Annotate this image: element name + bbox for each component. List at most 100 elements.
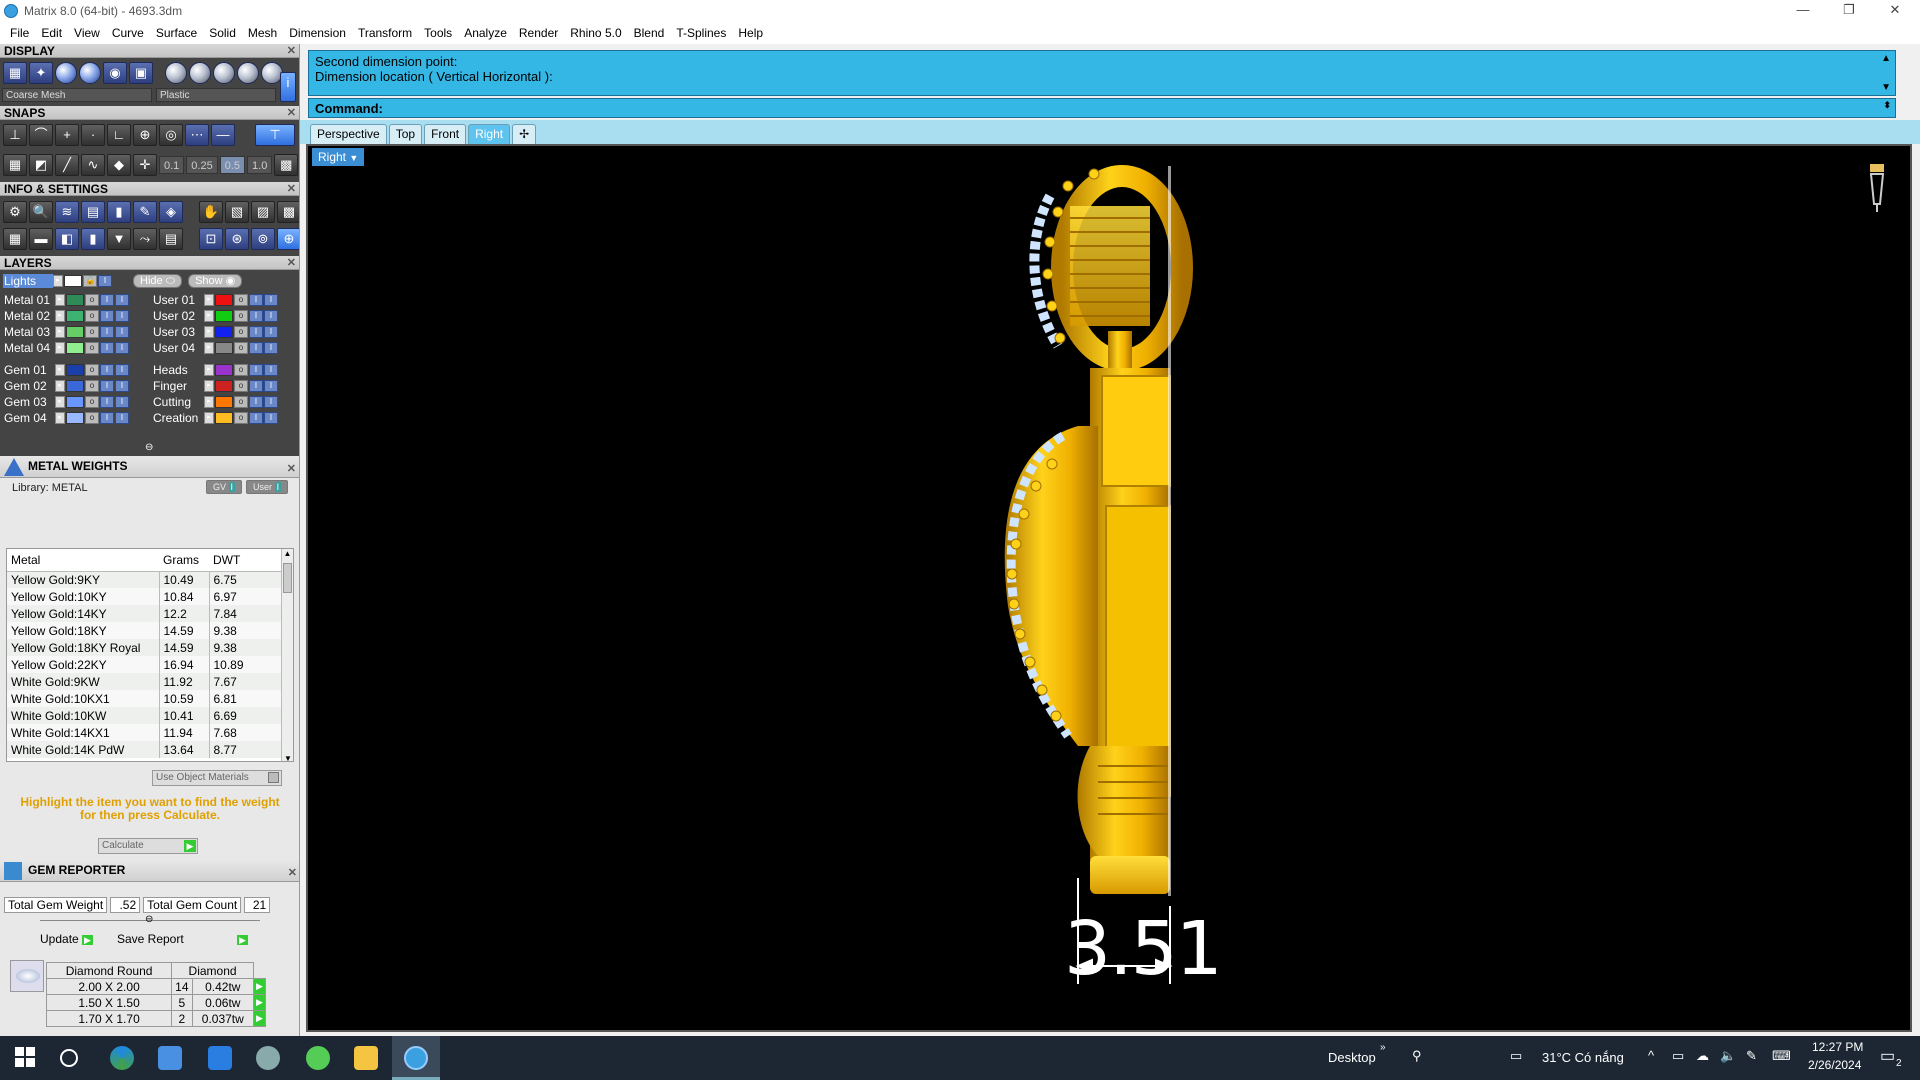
calculate-button[interactable]: Calculate ▶ — [98, 838, 198, 854]
menu-edit[interactable]: Edit — [35, 22, 68, 44]
snap-perp-icon[interactable]: ∟ — [107, 124, 131, 146]
tool-h-icon[interactable]: ⊕ — [277, 228, 299, 250]
layer-color-swatch[interactable] — [215, 412, 233, 424]
layer-color-swatch[interactable] — [215, 294, 233, 306]
layer-name[interactable]: Heads — [152, 363, 204, 377]
grams-cell[interactable]: 10.84 — [159, 588, 210, 605]
tool-d-icon[interactable]: ▩ — [277, 201, 299, 223]
spinner-icon[interactable]: ⬍ — [1883, 100, 1891, 111]
menu-curve[interactable]: Curve — [106, 22, 150, 44]
current-layer-icon[interactable]: I — [264, 364, 278, 376]
lock-icon[interactable]: o — [234, 342, 248, 354]
material-sphere-icon-2[interactable] — [189, 62, 211, 84]
metal-name-cell[interactable]: Yellow Gold:14KY — [7, 605, 160, 622]
snap-value-1[interactable]: 0.25 — [186, 156, 218, 174]
metal-name-cell[interactable]: White Gold:9KW — [7, 673, 160, 690]
visible-icon[interactable]: I — [249, 364, 263, 376]
current-layer-icon[interactable]: I — [264, 326, 278, 338]
lock-icon[interactable]: o — [85, 396, 99, 408]
current-layer-icon[interactable]: I — [115, 342, 129, 354]
expand-icon[interactable]: ▸ — [55, 310, 65, 322]
table-row[interactable]: White Gold:10KW 10.41 6.69 — [7, 707, 283, 724]
select-gem-button[interactable]: ▶ — [253, 1010, 266, 1027]
metal-name-cell[interactable]: Yellow Gold:18KY — [7, 622, 160, 639]
scroll-up-icon[interactable]: ▲ — [1881, 53, 1891, 64]
render-sphere-icon[interactable] — [55, 62, 77, 84]
table-row[interactable]: Yellow Gold:18KY 14.59 9.38 — [7, 622, 283, 639]
restore-button[interactable]: ❐ — [1826, 0, 1872, 22]
grams-cell[interactable]: 12.2 — [159, 605, 210, 622]
curve-icon[interactable]: ∿ — [81, 154, 105, 176]
layer-color-swatch[interactable] — [66, 380, 84, 392]
lock-icon[interactable]: o — [85, 412, 99, 424]
visible-icon[interactable]: I — [98, 275, 112, 287]
layer-name[interactable]: Metal 02 — [3, 309, 55, 323]
box-icon[interactable]: ▤ — [81, 201, 105, 223]
menu-view[interactable]: View — [68, 22, 106, 44]
weather-icon[interactable]: ▭ — [1510, 1048, 1522, 1064]
expand-icon[interactable]: ▸ — [204, 326, 214, 338]
zoom-icon[interactable]: 🔍 — [29, 201, 53, 223]
expand-icon[interactable]: ▸ — [204, 342, 214, 354]
show-all-button[interactable]: Show ◉ — [188, 274, 243, 288]
scroll-thumb[interactable] — [283, 563, 292, 593]
network-icon[interactable]: ▭ — [1672, 1048, 1684, 1064]
snap-value-3[interactable]: 1.0 — [247, 156, 273, 174]
line-icon[interactable]: ╱ — [55, 154, 79, 176]
menu-help[interactable]: Help — [732, 22, 769, 44]
close-icon[interactable]: ✕ — [287, 106, 296, 120]
lock-icon[interactable]: o — [234, 412, 248, 424]
snap-tan-icon[interactable]: ⊕ — [133, 124, 157, 146]
current-layer-icon[interactable]: I — [264, 380, 278, 392]
table-row[interactable]: Yellow Gold:14KY 12.2 7.84 — [7, 605, 283, 622]
metal-name-cell[interactable]: Yellow Gold:9KY — [7, 571, 160, 588]
search-icon[interactable] — [60, 1049, 78, 1067]
cursor-icon[interactable]: ✛ — [133, 154, 157, 176]
layer-row[interactable]: Finger ▸ o I I — [152, 378, 298, 394]
dwt-cell[interactable]: 7.84 — [209, 605, 283, 622]
display-toggle-icon[interactable]: i — [280, 72, 296, 102]
snap-grid-icon[interactable]: ⋯ — [185, 124, 209, 146]
layer-color-swatch[interactable] — [66, 364, 84, 376]
metal-name-cell[interactable]: Yellow Gold:10KY — [7, 588, 160, 605]
visible-icon[interactable]: I — [100, 342, 114, 354]
scroll-down-icon[interactable]: ▼ — [1881, 82, 1891, 93]
mesh-select[interactable]: Coarse Mesh — [2, 88, 152, 102]
metal-table-scrollbar[interactable]: ▲ ▼ — [281, 549, 293, 761]
lock-icon[interactable]: o — [234, 380, 248, 392]
table-row[interactable]: White Gold:9KW 11.92 7.67 — [7, 673, 283, 690]
column-header-dwt[interactable]: DWT — [209, 549, 283, 572]
use-object-materials-checkbox[interactable]: Use Object Materials — [152, 770, 282, 786]
select-gem-button[interactable]: ▶ — [253, 978, 266, 995]
current-layer-icon[interactable]: I — [264, 342, 278, 354]
command-input[interactable]: Command: ⬍ — [308, 98, 1896, 118]
menu-analyze[interactable]: Analyze — [458, 22, 513, 44]
visible-icon[interactable]: I — [100, 396, 114, 408]
matrix-taskbar-button[interactable] — [392, 1036, 440, 1080]
layer-row[interactable]: Cutting ▸ o I I — [152, 394, 298, 410]
lock-icon[interactable]: o — [85, 342, 99, 354]
layer-color-swatch[interactable] — [66, 396, 84, 408]
tab-front[interactable]: Front — [424, 124, 467, 144]
visible-icon[interactable]: I — [249, 310, 263, 322]
windows-start-icon[interactable] — [14, 1046, 38, 1070]
current-layer-icon[interactable]: I — [115, 364, 129, 376]
dwt-cell[interactable]: 6.69 — [209, 707, 283, 724]
layers-icon[interactable]: ≋ — [55, 201, 79, 223]
grams-cell[interactable]: 13.64 — [159, 741, 210, 758]
gv-toggle[interactable]: GV I — [206, 480, 243, 494]
material-select[interactable]: Plastic — [156, 88, 276, 102]
menu-tsplines[interactable]: T-Splines — [670, 22, 732, 44]
metal-name-cell[interactable]: White Gold:10KW — [7, 707, 160, 724]
grams-cell[interactable]: 11.94 — [159, 724, 210, 741]
layer-color-swatch[interactable] — [215, 396, 233, 408]
current-layer-icon[interactable]: I — [115, 294, 129, 306]
file-explorer-icon[interactable] — [354, 1046, 378, 1070]
layer-row[interactable]: Metal 03 ▸ o I I — [3, 324, 153, 340]
lights-layer[interactable]: Lights — [3, 274, 53, 288]
dwt-cell[interactable]: 6.97 — [209, 588, 283, 605]
table-row[interactable]: Yellow Gold:18KY Royal 14.59 9.38 — [7, 639, 283, 656]
table-row[interactable]: Yellow Gold:22KY 16.94 10.89 — [7, 656, 283, 673]
cplane-icon[interactable]: ◆ — [107, 154, 131, 176]
scroll-up-icon[interactable]: ▲ — [282, 549, 293, 558]
